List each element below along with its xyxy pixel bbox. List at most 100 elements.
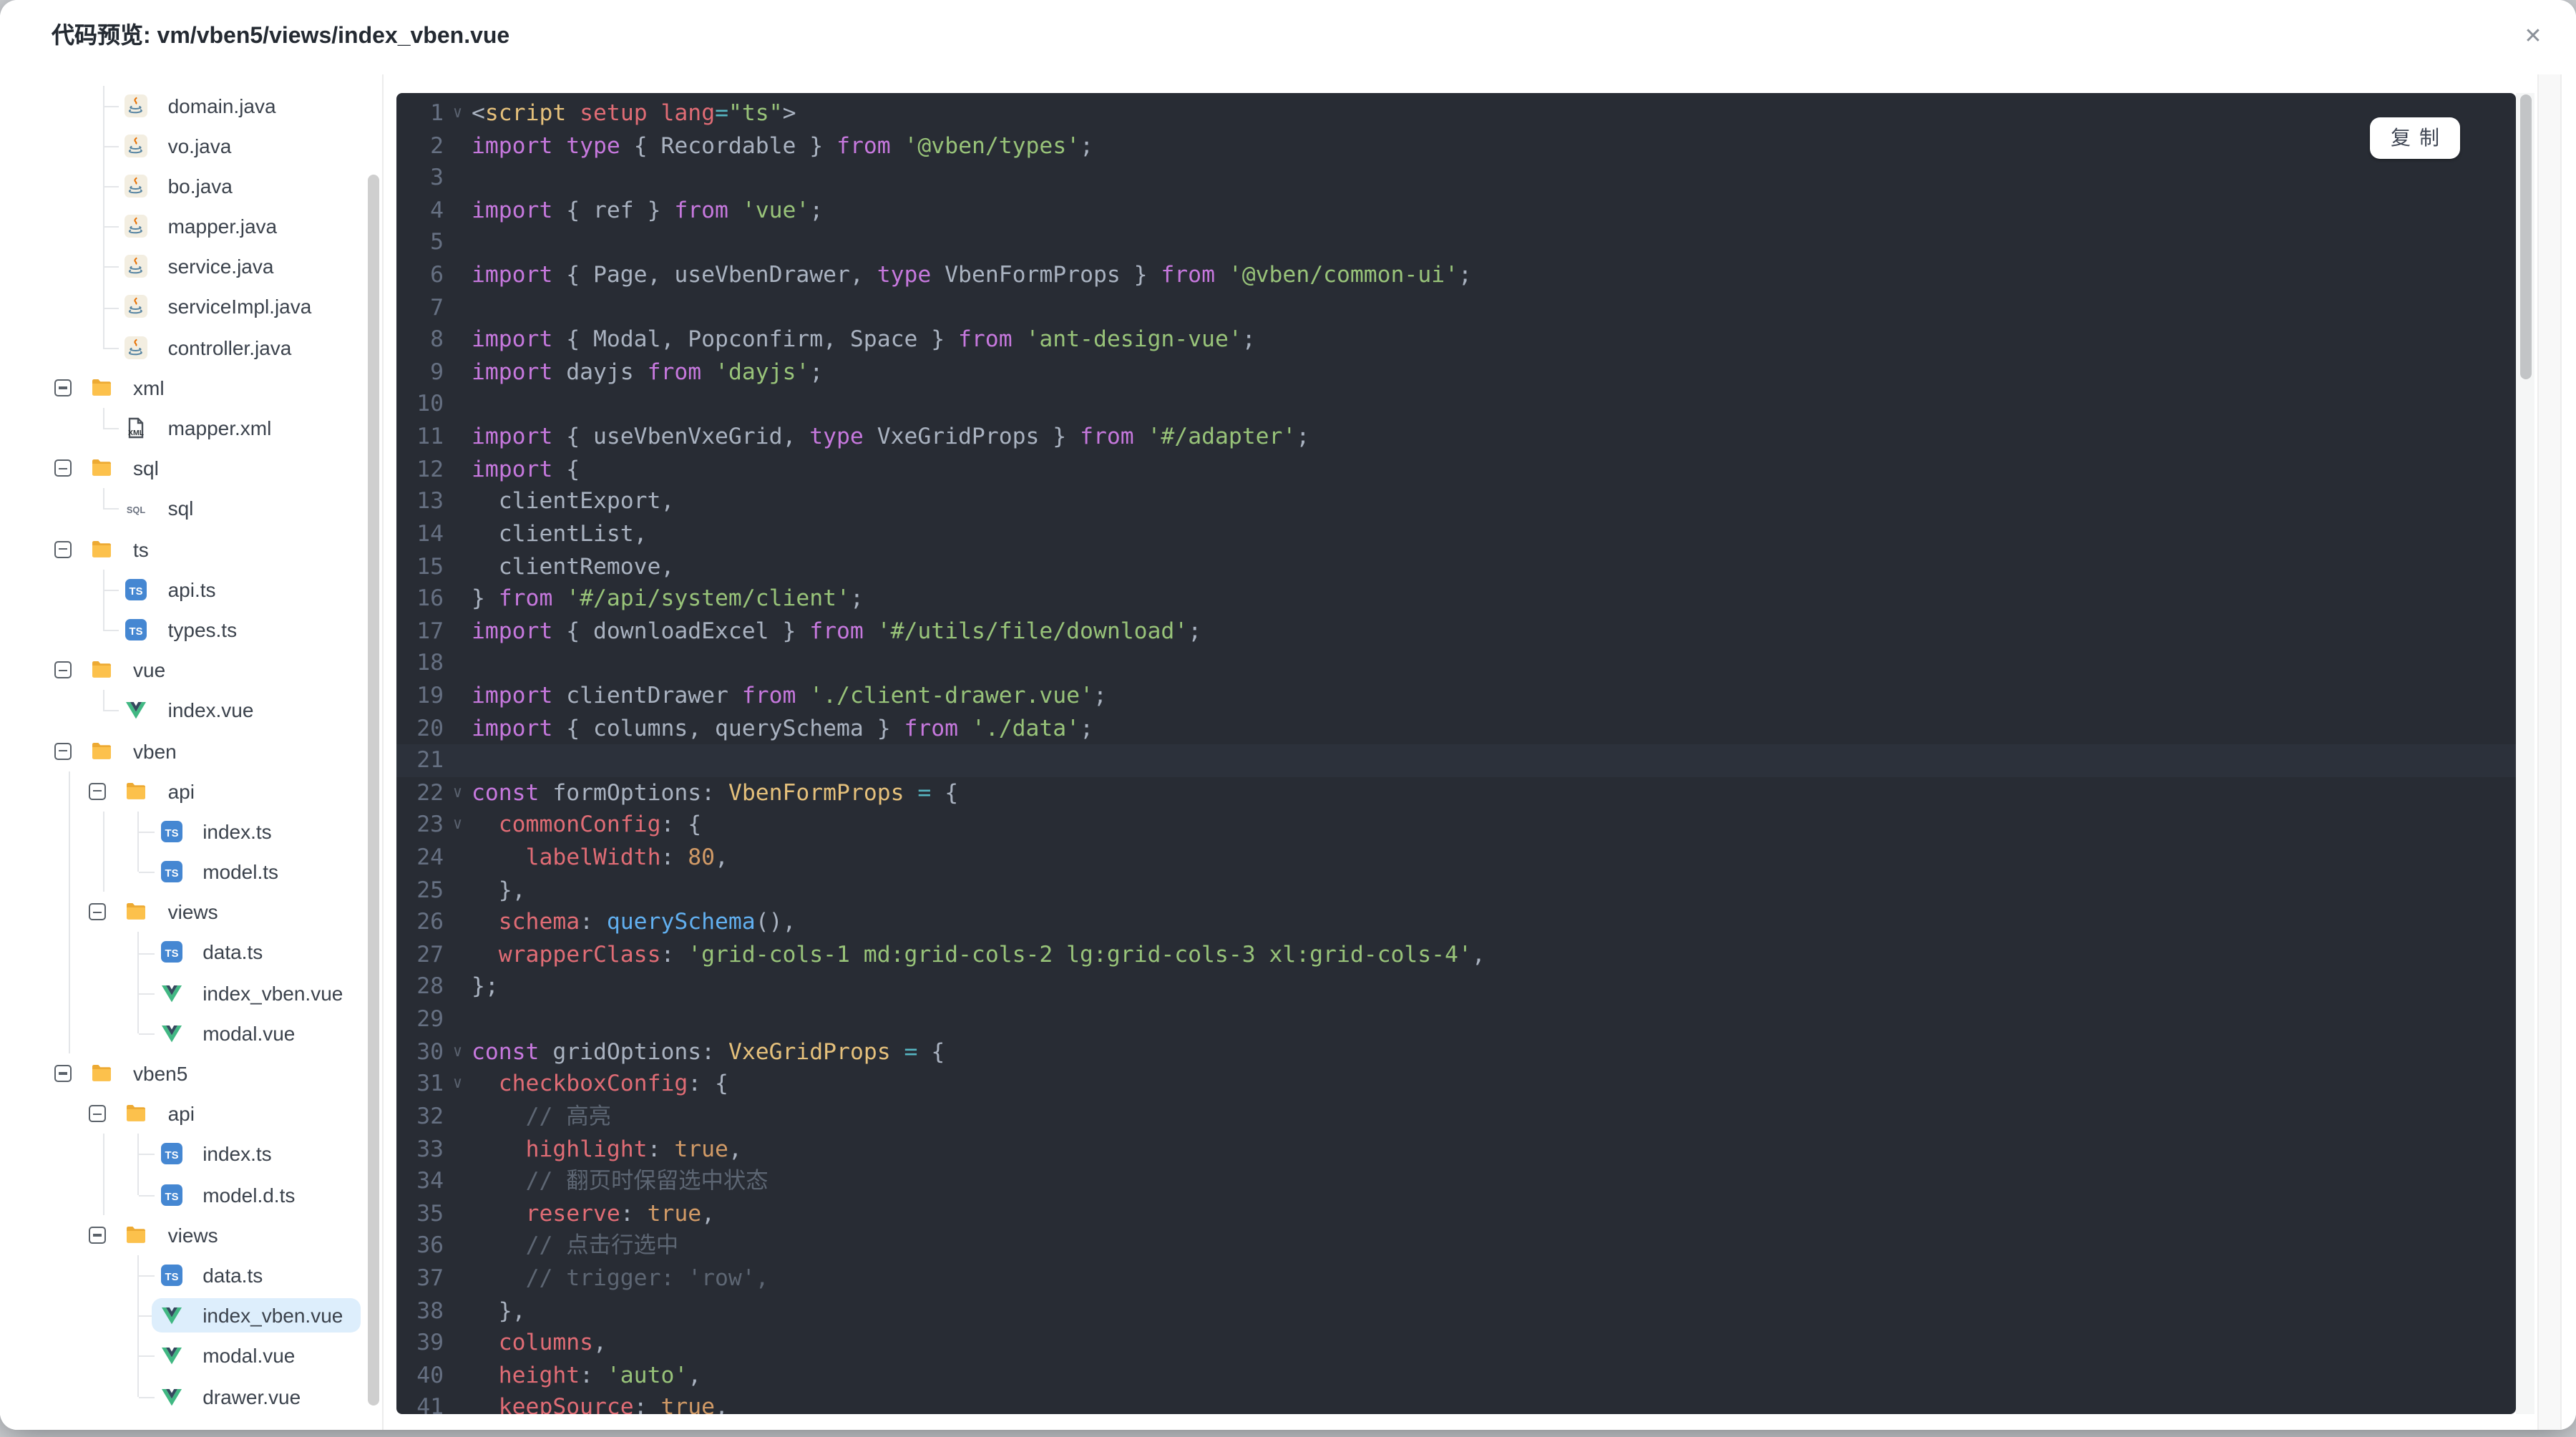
tree-item-content[interactable]: vue [82,653,182,687]
ts-icon: TS [160,1264,182,1287]
collapse-toggle-icon[interactable] [54,1065,72,1083]
tree-item-ts[interactable]: ts [0,529,384,569]
tree-item-selected[interactable]: index_vben.vue [151,1298,361,1333]
collapse-toggle-icon[interactable] [54,661,72,679]
tree-item-content[interactable]: domain.java [117,88,293,122]
tree-item-content[interactable]: drawer.vue [151,1379,318,1413]
collapse-toggle-icon[interactable] [89,1105,107,1123]
tree-item-content[interactable]: modal.vue [151,1016,312,1051]
collapse-toggle-icon[interactable] [89,903,107,921]
tree-item-model-d-ts[interactable]: TS model.d.ts [0,1174,384,1215]
tree-item-content[interactable]: xml [82,371,182,405]
tree-item-service-java[interactable]: service.java [0,246,384,287]
tree-item-content[interactable]: TS model.ts [151,854,296,889]
tree-item-label: data.ts [203,940,263,964]
tree-item-controller-java[interactable]: controller.java [0,327,384,367]
tree-item-vben5[interactable]: vben5 [0,1053,384,1093]
tree-item-data-ts[interactable]: TS data.ts [0,932,384,973]
tree-item-content[interactable]: TS index.ts [151,814,289,849]
tree-item-index-vben-vue[interactable]: index_vben.vue [0,1295,384,1336]
tree-guide-line [102,1174,104,1215]
tree-item-content[interactable]: TS data.ts [151,935,280,970]
tree-item-xml[interactable]: xml [0,368,384,408]
tree-item-label: index_vben.vue [203,1304,343,1328]
tree-item-data-ts[interactable]: TS data.ts [0,1255,384,1296]
tree-item-index-ts[interactable]: TS index.ts [0,1134,384,1175]
tree-item-content[interactable]: service.java [117,250,291,284]
tree-item-content[interactable]: ts [82,532,166,566]
tree-guide-line [102,1134,104,1175]
tree-guide-line [68,892,69,932]
tree-item-content[interactable]: vben [82,734,194,768]
tree-item-vben[interactable]: vben [0,731,384,771]
tree-item-content[interactable]: SQL sql [117,492,211,526]
code-line-36: 36 // 点击行选中 [396,1230,2515,1262]
tree-item-sql[interactable]: SQL sql [0,488,384,529]
svg-text:TS: TS [165,949,178,960]
tree-item-vue[interactable]: vue [0,650,384,690]
tree-item-index-vben-vue[interactable]: index_vben.vue [0,973,384,1013]
tree-item-types-ts[interactable]: TS types.ts [0,609,384,650]
tree-item-content[interactable]: vben5 [82,1056,205,1091]
fold-chevron-icon[interactable]: ∨ [444,1068,472,1101]
tree-item-sql[interactable]: sql [0,448,384,488]
tree-item-mapper-java[interactable]: mapper.java [0,206,384,247]
fold-chevron-icon[interactable]: ∨ [444,97,472,130]
svg-text:TS: TS [165,1191,178,1202]
tree-item-content[interactable]: views [117,1218,235,1252]
tree-item-drawer-vue[interactable]: drawer.vue [0,1376,384,1416]
collapse-toggle-icon[interactable] [54,540,72,558]
tree-item-api-ts[interactable]: TS api.ts [0,569,384,610]
tree-item-content[interactable]: serviceImpl.java [117,290,329,324]
collapse-toggle-icon[interactable] [54,742,72,760]
editor-scrollbar-thumb[interactable] [2519,94,2532,379]
tree-item-modal-vue[interactable]: modal.vue [0,1013,384,1053]
tree-item-api[interactable]: api [0,1093,384,1134]
fold-chevron-icon[interactable]: ∨ [444,777,472,809]
fold-chevron-icon[interactable]: ∨ [444,809,472,842]
modal-scrollbar-track[interactable] [2537,74,2561,1430]
tree-item-index-ts[interactable]: TS index.ts [0,811,384,852]
line-number: 34 [416,1166,444,1194]
svg-text:TS: TS [130,626,143,638]
fold-chevron-icon[interactable]: ∨ [444,1036,472,1068]
tree-item-content[interactable]: views [117,895,235,930]
tree-item-views[interactable]: views [0,892,384,932]
collapse-toggle-icon[interactable] [54,379,72,396]
sidebar-scrollbar-thumb[interactable] [368,175,379,1406]
tree-item-content[interactable]: sql [82,451,176,485]
tree-item-content[interactable]: mapper.java [117,209,295,243]
tree-item-content[interactable]: api [117,1096,212,1131]
tree-item-index-vue[interactable]: index.vue [0,690,384,731]
copy-button[interactable]: 复制 [2370,117,2460,158]
tree-item-content[interactable]: TS api.ts [117,573,233,607]
tree-item-views[interactable]: views [0,1215,384,1255]
tree-item-bo-java[interactable]: bo.java [0,165,384,207]
tree-item-content[interactable]: TS data.ts [151,1258,280,1292]
tree-item-api[interactable]: api [0,771,384,812]
collapse-toggle-icon[interactable] [89,1226,107,1244]
tree-item-model-ts[interactable]: TS model.ts [0,852,384,892]
tree-item-content[interactable]: index_vben.vue [151,975,360,1010]
collapse-toggle-icon[interactable] [54,459,72,477]
tree-item-vo-java[interactable]: vo.java [0,125,384,166]
tree-item-content[interactable]: bo.java [117,169,250,203]
code-text: import { Page, useVbenDrawer, type VbenF… [472,260,1472,288]
tree-item-content[interactable]: TS index.ts [151,1137,289,1171]
tree-item-domain-java[interactable]: domain.java [0,85,384,126]
ts-icon: TS [160,860,182,883]
fold-gutter [444,1392,472,1414]
tree-item-content[interactable]: vo.java [117,128,249,162]
tree-item-serviceimpl-java[interactable]: serviceImpl.java [0,286,384,328]
tree-item-mapper-xml[interactable]: XML mapper.xml [0,408,384,448]
tree-item-content[interactable]: modal.vue [151,1339,312,1373]
tree-item-content[interactable]: XML mapper.xml [117,411,289,445]
tree-item-modal-vue[interactable]: modal.vue [0,1335,384,1376]
close-icon[interactable]: ✕ [2513,17,2553,57]
tree-item-content[interactable]: TS types.ts [117,613,255,647]
tree-item-content[interactable]: index.vue [117,693,271,728]
collapse-toggle-icon[interactable] [89,782,107,800]
tree-item-content[interactable]: TS model.d.ts [151,1177,312,1212]
tree-item-content[interactable]: controller.java [117,330,309,364]
tree-item-content[interactable]: api [117,774,212,808]
